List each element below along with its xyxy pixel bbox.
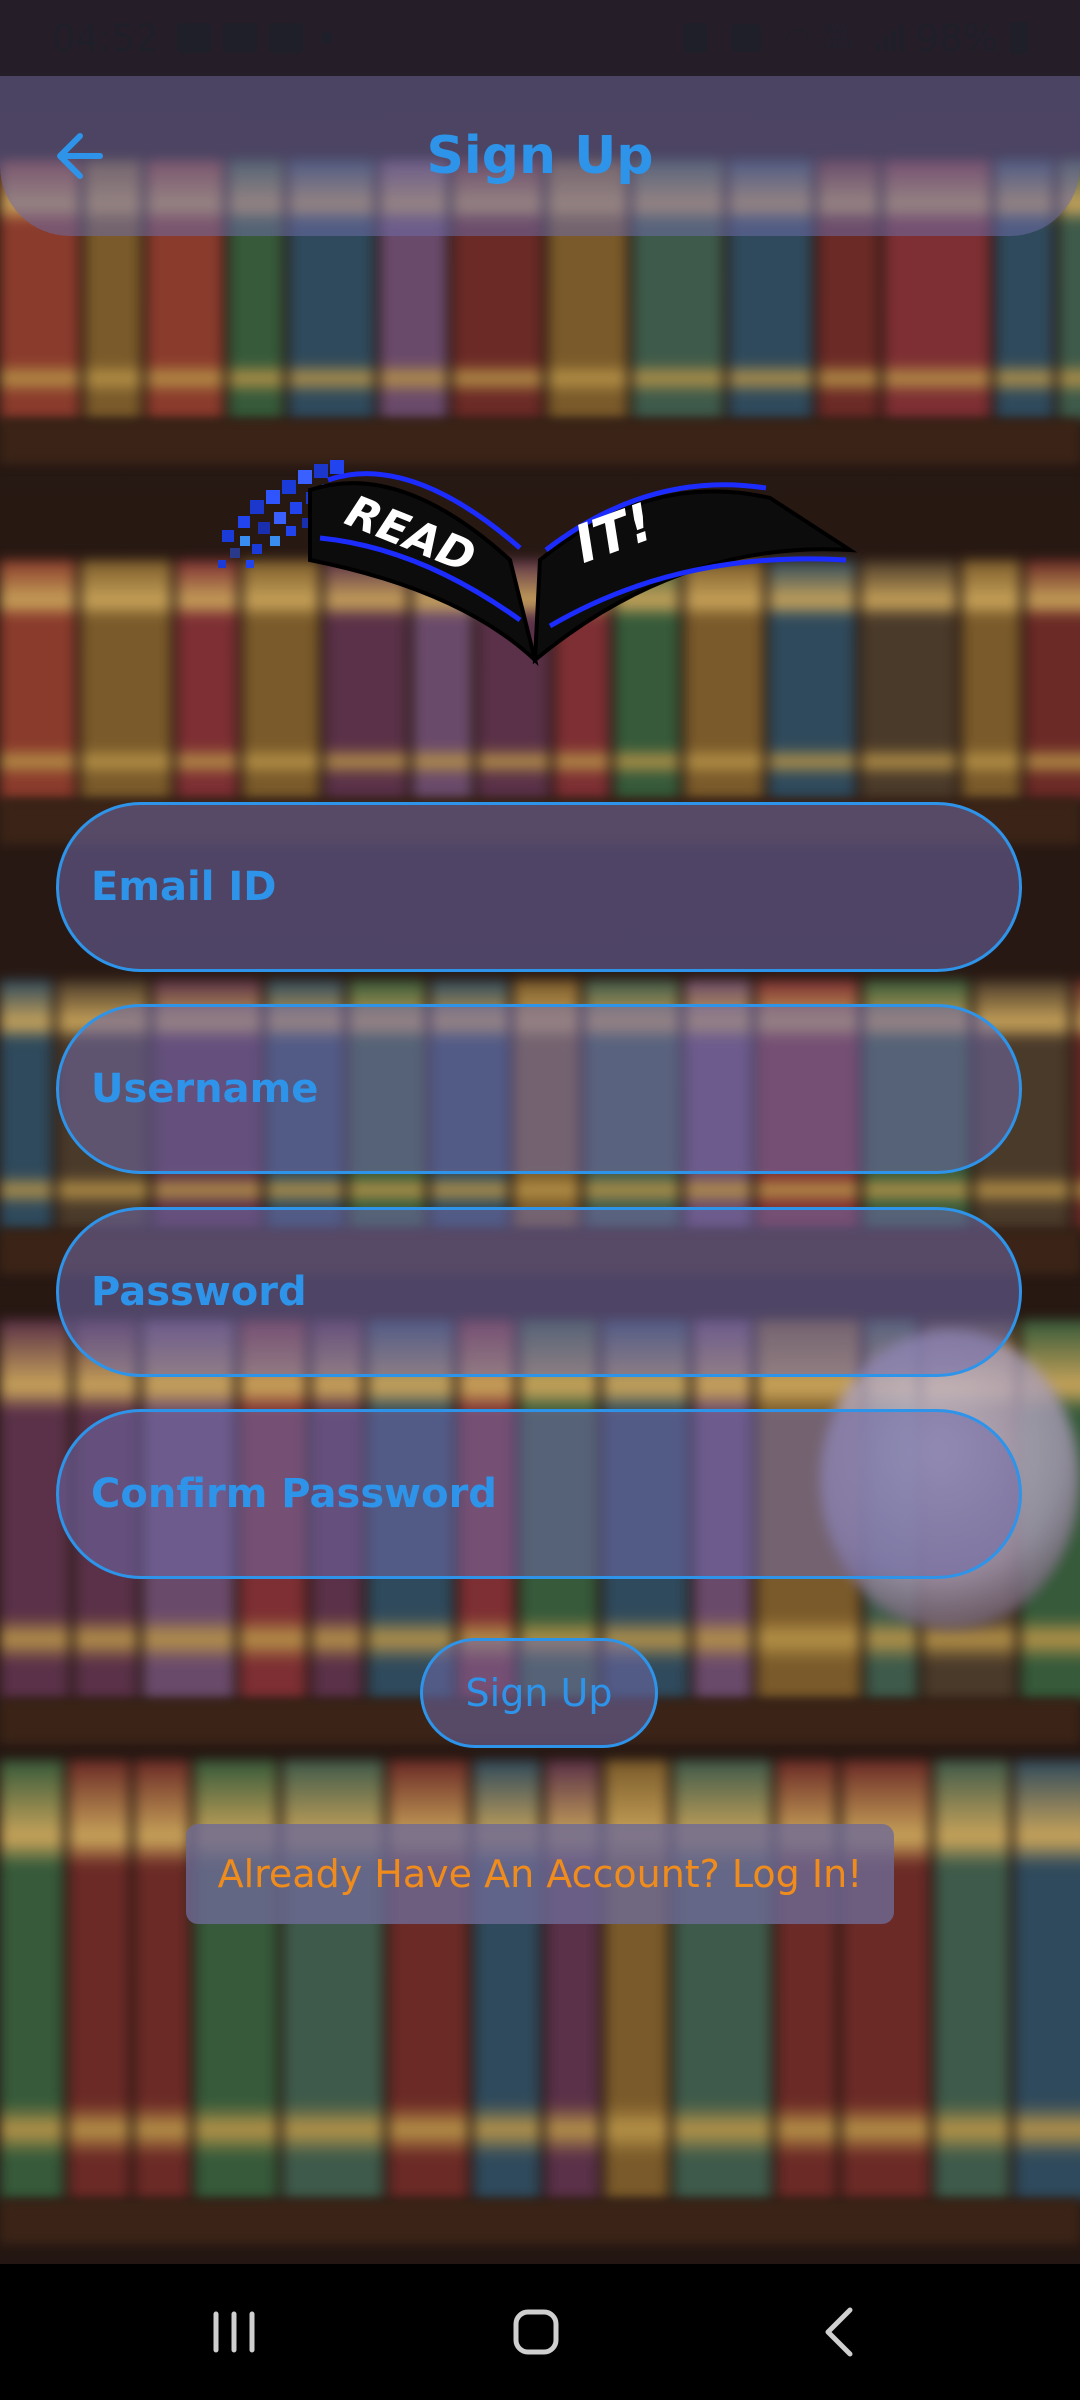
email-field[interactable]: [89, 863, 989, 911]
system-nav-bar: [0, 2264, 1080, 2400]
volte-icon: Vo)) LTE1: [822, 23, 853, 52]
read-it-logo: READ IT!: [218, 460, 858, 667]
recent-apps-icon[interactable]: [194, 2292, 274, 2372]
status-time: 04:52: [52, 16, 159, 60]
book-spine: [1015, 1760, 1080, 2200]
gallery-icon: [176, 23, 211, 53]
book-spine: [935, 1760, 1009, 2200]
wifi-icon: ◠: [784, 20, 811, 56]
username-field[interactable]: [89, 1065, 989, 1113]
confirm-password-field[interactable]: [89, 1470, 989, 1518]
book-spine: [0, 980, 52, 1230]
signal-icon: [874, 25, 904, 51]
shelf-plank: [0, 2200, 1080, 2244]
book-spine: [0, 560, 75, 800]
signup-button[interactable]: Sign Up: [420, 1638, 658, 1748]
alarm-icon: [682, 23, 707, 53]
book-spine: [81, 560, 171, 800]
username-field-container: [56, 1004, 1022, 1174]
password-field[interactable]: [89, 1268, 989, 1316]
battery-icon: [1010, 22, 1028, 54]
book-spine: [861, 560, 956, 800]
app-bar: Sign Up: [0, 76, 1080, 236]
home-icon[interactable]: [496, 2292, 576, 2372]
book-spine: [0, 1760, 63, 2200]
dot-icon: [320, 32, 333, 44]
shopping-bag-icon: [222, 23, 257, 53]
book-spine: [962, 560, 1020, 800]
book-spine: [135, 1760, 189, 2200]
book-spine: [69, 1760, 129, 2200]
back-icon[interactable]: [800, 2292, 880, 2372]
book-spine: [1075, 980, 1080, 1230]
book-spine: [1026, 560, 1080, 800]
battery-percent: 98%: [915, 16, 998, 60]
password-field-container: [56, 1207, 1022, 1377]
confirm-password-field-container: [56, 1409, 1022, 1579]
page-title: Sign Up: [426, 126, 654, 186]
youtube-icon: [268, 23, 303, 53]
back-arrow-icon[interactable]: [50, 128, 110, 184]
email-field-container: [56, 802, 1022, 972]
login-link-button[interactable]: Already Have An Account? Log In!: [186, 1824, 894, 1924]
mute-icon: [730, 24, 761, 52]
status-bar: 04:52 ◠ Vo)) LTE1 98%: [0, 0, 1080, 76]
